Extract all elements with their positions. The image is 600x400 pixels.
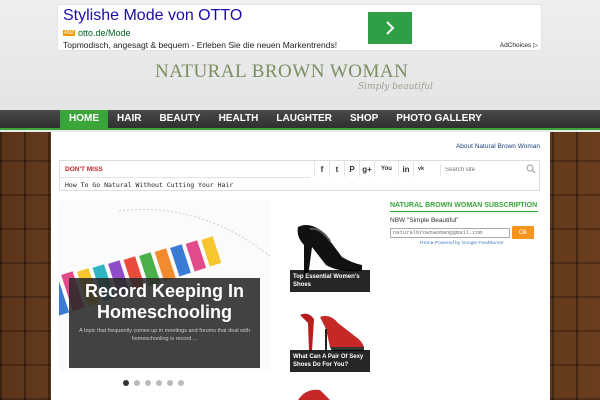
post-card[interactable] [290,382,370,400]
vk-icon[interactable]: vk [413,161,428,177]
ad-title[interactable]: Stylishe Mode von OTTO [63,7,242,25]
nav-item-laughter[interactable]: LAUGHTER [267,110,341,128]
featured-slider[interactable]: Record Keeping In Homeschooling A topic … [59,201,270,371]
post-image[interactable] [290,382,370,400]
linkedin-icon[interactable]: in [398,161,413,177]
nav-item-shop[interactable]: SHOP [341,110,387,128]
slide-caption[interactable]: Record Keeping In Homeschooling A topic … [69,278,260,368]
slider-dot[interactable] [156,380,162,386]
subscribe-button[interactable]: Ok [512,226,534,239]
ad-url[interactable]: otto.de/Mode [78,28,131,38]
ad-choices-link[interactable]: AdChoices ▷ [500,41,538,49]
slider-dot[interactable] [167,380,173,386]
slider-dot[interactable] [123,380,129,386]
main-nav: HOME HAIR BEAUTY HEALTH LAUGHTER SHOP PH… [0,110,600,130]
search-icon[interactable] [526,164,536,174]
post-title[interactable]: Top Essential Women's Shoes [290,270,370,292]
post-card[interactable]: Top Essential Women's Shoes [290,207,370,292]
subscription-title: NATURAL BROWN WOMAN SUBSCRIPTION [390,202,538,209]
about-link[interactable]: About Natural Brown Woman [456,143,540,150]
feedburner-link[interactable]: RSS ▸ Powered by Google FeedBurner [420,241,504,246]
main-content: About Natural Brown Woman DON'T MISS How… [51,132,550,400]
slider-dot[interactable] [145,380,151,386]
facebook-icon[interactable]: f [314,161,329,177]
youtube-icon[interactable]: You [374,161,398,177]
site-tagline: Simply beautiful [358,82,433,92]
nav-item-photo-gallery[interactable]: PHOTO GALLERY [387,110,491,128]
ad-banner[interactable]: Stylishe Mode von OTTO ANZ otto.de/Mode … [57,4,542,51]
subscription-label: NBW "Simple Beautiful" [390,217,459,224]
nav-item-home[interactable]: HOME [60,110,108,128]
slide-title[interactable]: Record Keeping In Homeschooling [69,281,260,323]
divider [60,177,310,178]
pinterest-icon[interactable]: P [344,161,359,177]
post-card[interactable]: What Can A Pair Of Sexy Shoes Do For You… [290,307,370,372]
ad-badge: ANZ [63,30,75,36]
divider [390,211,538,212]
ad-url-row[interactable]: ANZ otto.de/Mode [63,28,131,38]
chevron-right-icon [386,21,395,35]
site-logo[interactable]: NATURAL BROWN WOMAN [155,61,408,83]
dont-miss-headline[interactable]: How To Go Natural Without Cutting Your H… [65,181,233,189]
nav-item-beauty[interactable]: BEAUTY [150,110,209,128]
ad-description: Topmodisch, angesagt & bequem - Erleben … [63,40,338,50]
ad-arrow-button[interactable] [368,12,412,44]
social-links: f t P g+ You in vk [314,161,428,191]
googleplus-icon[interactable]: g+ [359,161,374,177]
dont-miss-label: DON'T MISS [65,166,103,173]
slide-excerpt: A topic that frequently comes up in meet… [79,328,250,342]
email-field[interactable] [390,228,510,238]
dont-miss-bar: DON'T MISS How To Go Natural Without Cut… [59,160,540,191]
twitter-icon[interactable]: t [329,161,344,177]
slider-pagination [123,380,184,386]
nav-item-hair[interactable]: HAIR [108,110,150,128]
slider-dot[interactable] [134,380,140,386]
nav-item-health[interactable]: HEALTH [210,110,268,128]
post-title[interactable]: What Can A Pair Of Sexy Shoes Do For You… [290,350,370,372]
slider-dot[interactable] [178,380,184,386]
search-input[interactable] [440,164,538,176]
